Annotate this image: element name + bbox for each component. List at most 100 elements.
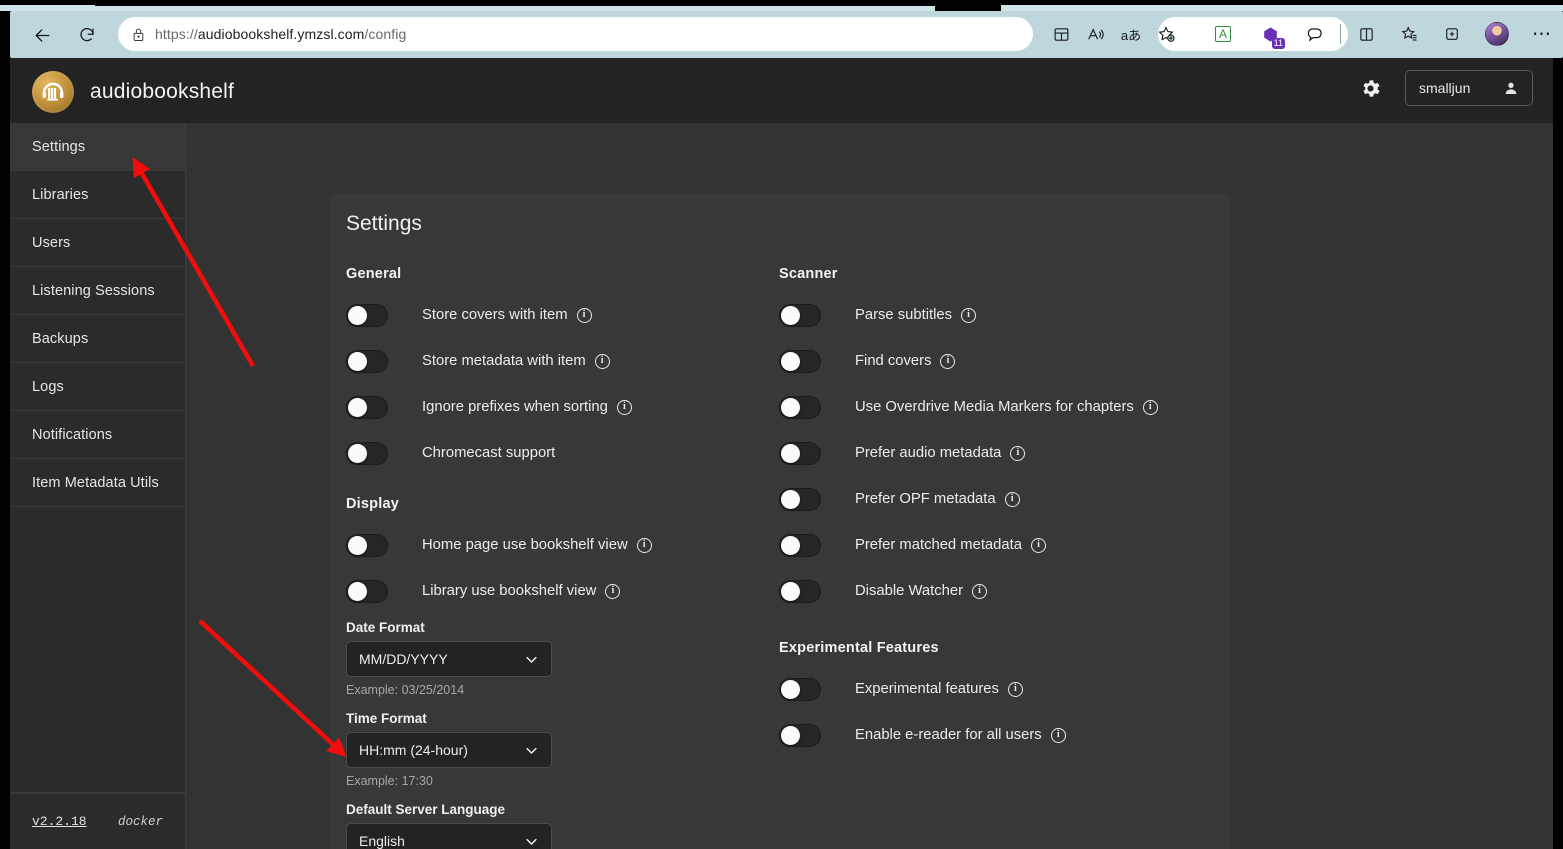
back-arrow-icon[interactable] [27,20,57,50]
setting-library-use-bookshelf-view: Library use bookshelf view i [346,568,766,614]
sidebar-item-backups[interactable]: Backups [10,315,185,363]
user-menu-button[interactable]: smalljun [1405,70,1533,106]
setting-store-metadata-with-item: Store metadata with item i [346,338,766,384]
field-label: Time Format [346,711,427,726]
extension-badge: 11 [1271,38,1285,49]
info-icon[interactable]: i [940,353,956,369]
toggle-experimental-features[interactable] [779,677,821,701]
toggle-enable-e-reader-for-all-users[interactable] [779,723,821,747]
page-title: Settings [346,212,422,235]
brand[interactable]: audiobookshelf [32,71,234,113]
time-format-select[interactable]: HH:mm (24-hour) [346,732,552,768]
sidebar-item-label: Libraries [32,186,89,203]
sidebar-item-users[interactable]: Users [10,219,185,267]
collections-icon[interactable] [1436,18,1468,50]
chevron-down-icon [524,834,539,849]
info-icon[interactable]: i [594,353,610,369]
toggle-prefer-matched-metadata[interactable] [779,533,821,557]
reload-icon[interactable] [72,20,102,50]
info-icon[interactable]: i [961,307,977,323]
setting-label: Store covers with item i [422,307,592,323]
chevron-down-icon [524,743,539,758]
info-icon[interactable]: i [636,537,652,553]
info-icon[interactable]: i [1007,681,1023,697]
profile-avatar[interactable] [1481,18,1513,50]
toggle-use-overdrive-media-markers-for-chapters[interactable] [779,395,821,419]
add-favorite-icon[interactable] [1150,18,1182,50]
audiobookshelf-app: audiobookshelf smalljun Settings Librari… [10,58,1553,849]
browser-essentials-icon[interactable] [1350,18,1382,50]
section-heading-experimental-features: Experimental Features [779,640,939,656]
info-icon[interactable]: i [605,583,621,599]
sidebar-item-item-metadata-utils[interactable]: Item Metadata Utils [10,459,185,507]
setting-parse-subtitles: Parse subtitles i [779,292,1199,338]
setting-label: Prefer audio metadata i [855,445,1026,461]
favorites-icon[interactable] [1393,18,1425,50]
info-icon[interactable]: i [1030,537,1046,553]
toggle-home-page-use-bookshelf-view[interactable] [346,533,388,557]
version-link[interactable]: v2.2.18 [32,814,87,829]
toggle-ignore-prefixes-when-sorting[interactable] [346,395,388,419]
section-heading-display: Display [346,496,399,512]
settings-right-column: Scanner Parse subtitles i Find covers i Us… [779,266,1199,758]
setting-prefer-audio-metadata: Prefer audio metadata i [779,430,1199,476]
browser-toolbar: https://audiobookshelf.ymzsl.com/config … [10,11,1563,58]
info-icon[interactable]: i [576,307,592,323]
address-bar[interactable]: https://audiobookshelf.ymzsl.com/config [118,17,1033,51]
setting-label: Experimental features i [855,681,1023,697]
sidebar-item-libraries[interactable]: Libraries [10,171,185,219]
select-value: HH:mm (24-hour) [359,742,468,758]
app-body: Settings Libraries Users Listening Sessi… [10,123,1553,849]
info-icon[interactable]: i [1004,491,1020,507]
copilot-icon[interactable] [1299,18,1331,50]
deploy-tag: docker [117,814,163,829]
read-aloud-icon[interactable] [1080,18,1112,50]
toggle-store-covers-with-item[interactable] [346,303,388,327]
gear-icon[interactable] [1355,73,1385,103]
info-icon[interactable]: i [1142,399,1158,415]
immersive-reader-icon[interactable]: A [1207,18,1239,50]
user-name: smalljun [1419,80,1471,96]
toggle-find-covers[interactable] [779,349,821,373]
default-server-language-select[interactable]: English [346,823,552,849]
toggle-store-metadata-with-item[interactable] [346,349,388,373]
setting-disable-watcher: Disable Watcher i [779,568,1199,614]
sidebar-item-listening-sessions[interactable]: Listening Sessions [10,267,185,315]
split-screen-icon[interactable] [1045,18,1077,50]
section-heading-general: General [346,266,402,282]
toggle-chromecast-support[interactable] [346,441,388,465]
settings-left-column: General Store covers with item i Store me… [346,266,766,849]
select-value: MM/DD/YYYY [359,651,448,667]
sidebar-item-logs[interactable]: Logs [10,363,185,411]
setting-experimental-features: Experimental features i [779,666,1199,712]
extension-icon[interactable]: 11 [1254,18,1286,50]
date-format-select[interactable]: MM/DD/YYYY [346,641,552,677]
sidebar-item-label: Notifications [32,426,113,443]
toggle-prefer-audio-metadata[interactable] [779,441,821,465]
toggle-prefer-opf-metadata[interactable] [779,487,821,511]
person-icon [1503,80,1519,96]
toggle-library-use-bookshelf-view[interactable] [346,579,388,603]
setting-home-page-use-bookshelf-view: Home page use bookshelf view i [346,522,766,568]
setting-label: Store metadata with item i [422,353,610,369]
setting-find-covers: Find covers i [779,338,1199,384]
sidebar-item-notifications[interactable]: Notifications [10,411,185,459]
field-date-format: Date Format MM/DD/YYYY Example: 03/25/20… [346,620,766,697]
toggle-parse-subtitles[interactable] [779,303,821,327]
sidebar-item-settings[interactable]: Settings [10,123,185,171]
info-icon[interactable]: i [972,583,987,599]
info-icon[interactable]: i [1050,727,1066,743]
setting-ignore-prefixes-when-sorting: Ignore prefixes when sorting i [346,384,766,430]
settings-more-icon[interactable]: ⋯ [1526,18,1558,50]
sidebar-spacer [10,507,185,793]
lock-icon [132,27,145,42]
toggle-disable-watcher[interactable] [779,579,821,603]
app-header: audiobookshelf smalljun [10,58,1553,123]
sidebar-item-label: Logs [32,378,64,395]
translate-icon[interactable]: aあ [1115,18,1147,50]
info-icon[interactable]: i [1010,445,1026,461]
setting-label: Prefer matched metadata i [855,537,1046,553]
setting-label: Home page use bookshelf view i [422,537,652,553]
info-icon[interactable]: i [616,399,632,415]
sidebar-item-label: Listening Sessions [32,282,155,299]
